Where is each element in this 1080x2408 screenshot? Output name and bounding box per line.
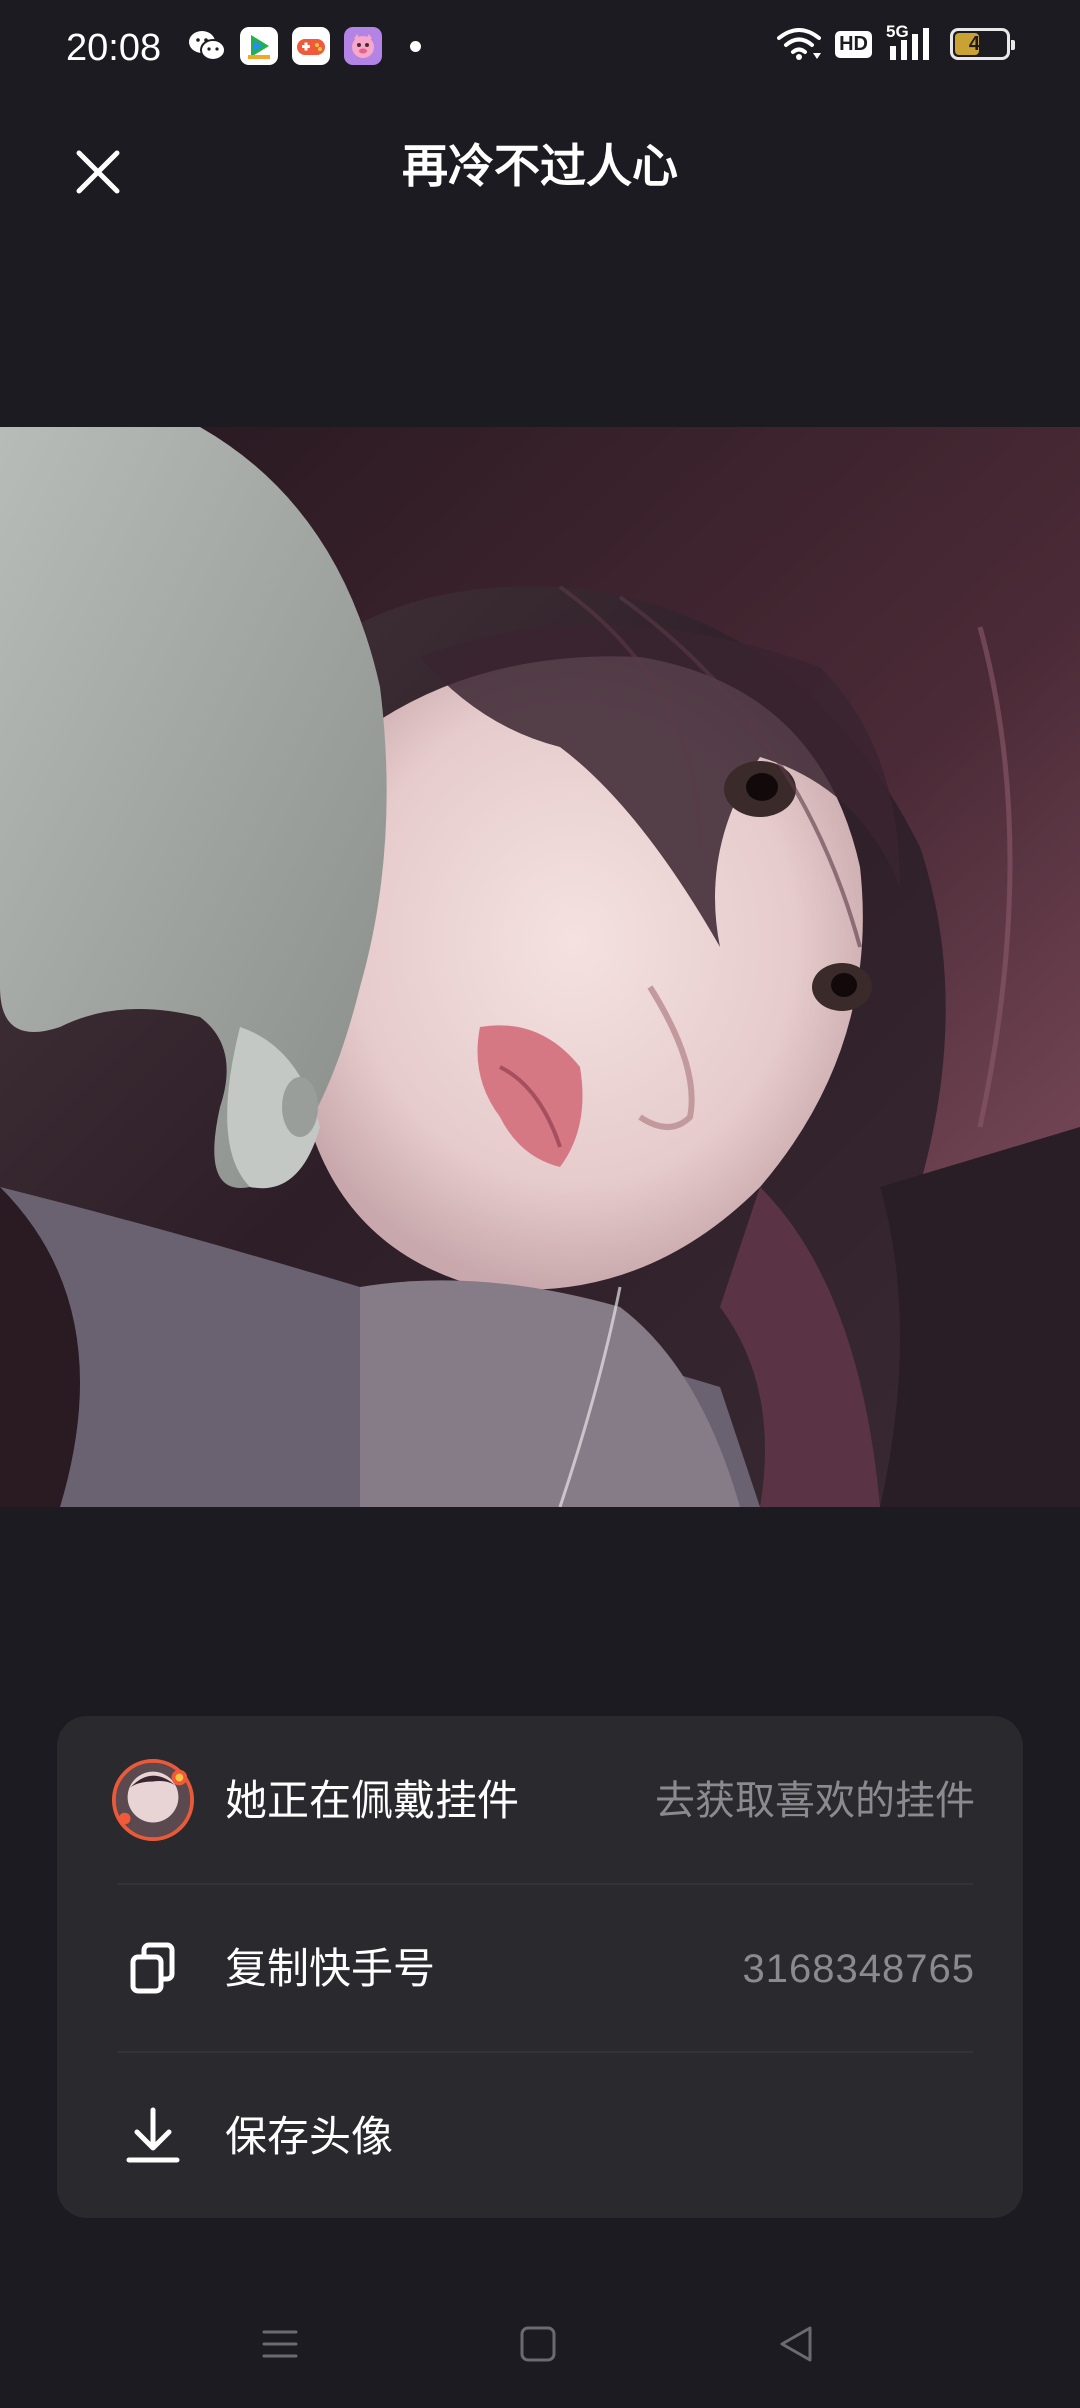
system-icons: HD 5G 48 xyxy=(777,22,1015,62)
navigation-bar xyxy=(0,2300,1080,2390)
pendant-row[interactable]: 她正在佩戴挂件 去获取喜欢的挂件 xyxy=(57,1716,1023,1884)
screen: 20:08 HD 5G 48 再冷不过人心 她正在佩戴挂件 去获取喜欢的挂件 复… xyxy=(0,0,1080,2408)
home-icon xyxy=(520,2326,556,2362)
cellular-signal-icon: 5G xyxy=(886,22,936,62)
status-time: 20:08 xyxy=(66,27,162,69)
more-notifications-dot xyxy=(410,40,421,52)
wifi-icon xyxy=(777,28,822,60)
menu-icon xyxy=(262,2330,298,2358)
copy-id-label: 复制快手号 xyxy=(225,1944,436,1993)
home-button[interactable] xyxy=(506,2312,570,2376)
pendant-avatar xyxy=(111,1758,195,1842)
status-bar: 20:08 HD 5G 48 xyxy=(0,0,1080,96)
wechat-icon xyxy=(188,27,226,65)
pendant-label: 她正在佩戴挂件 xyxy=(225,1776,520,1825)
hd-badge: HD xyxy=(835,30,872,58)
save-avatar-label: 保存头像 xyxy=(225,2112,394,2161)
page-title: 再冷不过人心 xyxy=(402,139,678,193)
tencent-video-icon xyxy=(240,27,278,65)
game-center-icon xyxy=(292,27,330,65)
copy-id-row[interactable]: 复制快手号 3168348765 xyxy=(57,1884,1023,2052)
battery-icon: 48 xyxy=(950,28,1015,60)
download-icon xyxy=(111,2094,195,2178)
back-icon xyxy=(780,2326,812,2362)
notification-icons xyxy=(188,27,421,65)
action-sheet: 她正在佩戴挂件 去获取喜欢的挂件 复制快手号 3168348765 保存头像 xyxy=(57,1716,1023,2218)
battery-percentage: 48 xyxy=(968,32,992,55)
menu-button[interactable] xyxy=(248,2312,312,2376)
header: 再冷不过人心 xyxy=(0,110,1080,220)
save-avatar-row[interactable]: 保存头像 xyxy=(57,2052,1023,2220)
kuaishou-id: 3168348765 xyxy=(742,1947,975,1991)
avatar-photo xyxy=(0,427,1080,1507)
battery-nub xyxy=(1011,40,1015,50)
get-pendant-link[interactable]: 去获取喜欢的挂件 xyxy=(655,1774,975,1828)
back-button[interactable] xyxy=(764,2312,828,2376)
pink-app-icon xyxy=(344,27,382,65)
copy-icon xyxy=(111,1926,195,2010)
